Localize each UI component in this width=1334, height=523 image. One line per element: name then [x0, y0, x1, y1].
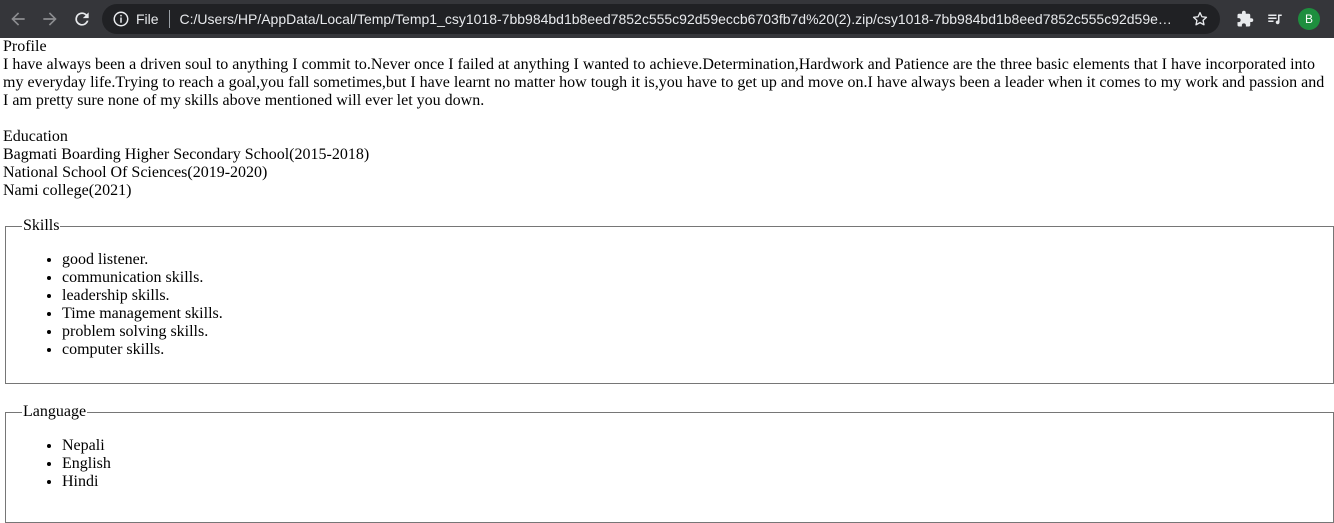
skill-item: communication skills.	[62, 269, 1317, 287]
education-item: Bagmati Boarding Higher Secondary School…	[3, 146, 370, 163]
browser-toolbar: File C:/Users/HP/AppData/Local/Temp/Temp…	[0, 0, 1334, 38]
media-control-button[interactable]	[1260, 4, 1290, 34]
skills-legend: Skills	[23, 217, 60, 234]
playlist-icon	[1268, 14, 1282, 25]
skill-item: Time management skills.	[62, 305, 1317, 323]
profile-heading: Profile	[3, 38, 47, 55]
extensions-button[interactable]	[1230, 4, 1260, 34]
back-button[interactable]	[2, 3, 34, 35]
divider	[168, 10, 170, 28]
skill-item: computer skills.	[62, 341, 1317, 359]
toolbar-actions: B	[1230, 4, 1320, 34]
page-content: Profile I have always been a driven soul…	[0, 38, 1334, 200]
language-item: English	[62, 455, 1317, 473]
education-heading: Education	[3, 128, 68, 145]
skill-item: problem solving skills.	[62, 323, 1317, 341]
arrow-right-icon	[43, 12, 57, 26]
url-text[interactable]: C:/Users/HP/AppData/Local/Temp/Temp1_csy…	[180, 11, 1180, 27]
language-legend: Language	[23, 403, 87, 420]
language-list: Nepali English Hindi	[22, 437, 1317, 491]
skills-list: good listener. communication skills. lea…	[22, 251, 1317, 359]
skill-item: good listener.	[62, 251, 1317, 269]
language-item: Nepali	[62, 437, 1317, 455]
education-item: National School Of Sciences(2019-2020)	[3, 164, 268, 181]
puzzle-icon	[1237, 10, 1254, 27]
language-fieldset: Language Nepali English Hindi	[5, 403, 1334, 523]
arrow-left-icon	[11, 12, 25, 26]
education-item: Nami college(2021)	[3, 182, 132, 199]
scheme-label: File	[136, 11, 159, 27]
education-section: Education Bagmati Boarding Higher Second…	[3, 128, 1331, 200]
address-bar[interactable]: File C:/Users/HP/AppData/Local/Temp/Temp…	[102, 4, 1220, 34]
skills-fieldset: Skills good listener. communication skil…	[5, 217, 1334, 384]
reload-button[interactable]	[66, 3, 98, 35]
forward-button[interactable]	[34, 3, 66, 35]
skill-item: leadership skills.	[62, 287, 1317, 305]
bookmark-star-icon[interactable]	[1180, 10, 1220, 28]
info-icon[interactable]	[112, 10, 130, 28]
language-item: Hindi	[62, 473, 1317, 491]
reload-icon	[75, 12, 89, 26]
profile-text: I have always been a driven soul to anyt…	[3, 56, 1325, 109]
profile-avatar[interactable]: B	[1298, 8, 1320, 30]
